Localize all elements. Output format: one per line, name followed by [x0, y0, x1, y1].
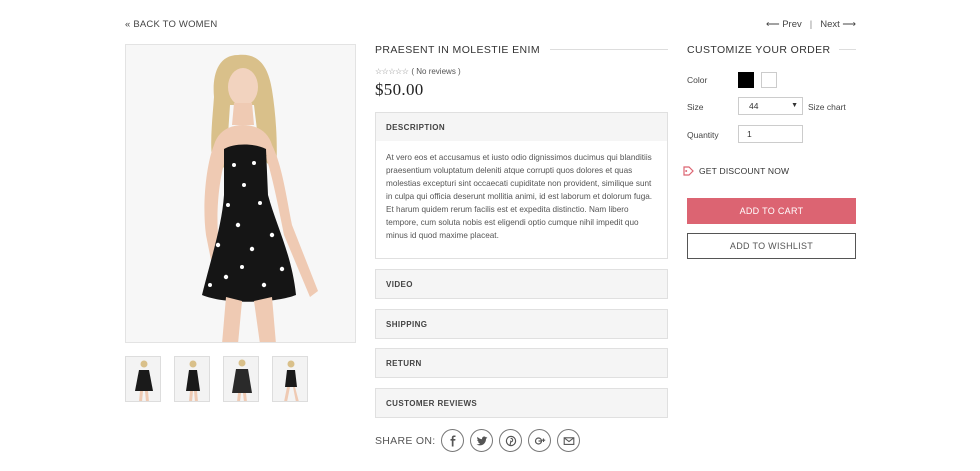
- tag-icon: [683, 166, 694, 176]
- pinterest-icon[interactable]: [499, 429, 523, 452]
- share-label: SHARE ON:: [375, 434, 436, 447]
- thumbnail-4[interactable]: [272, 356, 308, 402]
- share-bar: SHARE ON:: [375, 429, 586, 452]
- back-to-women-link[interactable]: « BACK TO WOMEN: [125, 19, 217, 30]
- customize-divider: [838, 49, 856, 50]
- prev-link[interactable]: ⟵ Prev: [766, 19, 802, 30]
- main-product-image[interactable]: [125, 44, 356, 343]
- product-title: PRAESENT IN MOLESTIE ENIM: [375, 43, 541, 56]
- rating-stars-icon: ☆☆☆☆☆: [375, 67, 409, 76]
- rating-text: ( No reviews ): [411, 67, 461, 76]
- thumbnail-3[interactable]: [223, 356, 259, 402]
- title-divider: [550, 49, 668, 50]
- accordion-shipping[interactable]: SHIPPING: [375, 309, 668, 339]
- accordion-video[interactable]: VIDEO: [375, 269, 668, 299]
- email-icon[interactable]: [557, 429, 581, 452]
- next-link[interactable]: Next ⟶: [820, 19, 856, 30]
- description-body: At vero eos et accusamus et iusto odio d…: [375, 141, 668, 259]
- add-to-wishlist-button[interactable]: ADD TO WISHLIST: [687, 233, 856, 259]
- size-select[interactable]: 44 ▼: [738, 97, 803, 115]
- customize-title: CUSTOMIZE YOUR ORDER: [687, 43, 831, 56]
- add-to-cart-button[interactable]: ADD TO CART: [687, 198, 856, 224]
- facebook-icon[interactable]: [441, 429, 465, 452]
- customize-panel: CUSTOMIZE YOUR ORDER: [687, 43, 856, 56]
- size-chart-link[interactable]: Size chart: [808, 102, 846, 112]
- quantity-label: Quantity: [687, 130, 719, 140]
- color-swatch-black[interactable]: [738, 72, 754, 88]
- thumbnail-1[interactable]: [125, 356, 161, 402]
- thumbnail-strip: [125, 356, 308, 402]
- pager-separator: |: [809, 19, 813, 30]
- product-pager: ⟵ Prev | Next ⟶: [766, 19, 856, 30]
- google-plus-icon[interactable]: [528, 429, 552, 452]
- size-value: 44: [749, 101, 759, 111]
- twitter-icon[interactable]: [470, 429, 494, 452]
- product-rating[interactable]: ☆☆☆☆☆ ( No reviews ): [375, 67, 668, 76]
- discount-label: GET DISCOUNT NOW: [699, 166, 790, 176]
- thumbnail-2[interactable]: [174, 356, 210, 402]
- accordion-description[interactable]: DESCRIPTION: [375, 112, 668, 142]
- quantity-input[interactable]: 1: [738, 125, 803, 143]
- model-illustration: [126, 45, 355, 342]
- get-discount-link[interactable]: GET DISCOUNT NOW: [683, 166, 789, 176]
- product-info: PRAESENT IN MOLESTIE ENIM ☆☆☆☆☆ ( No rev…: [375, 44, 668, 100]
- size-label: Size: [687, 102, 704, 112]
- accordion-return[interactable]: RETURN: [375, 348, 668, 378]
- accordion-customer-reviews[interactable]: CUSTOMER REVIEWS: [375, 388, 668, 418]
- color-swatch-white[interactable]: [761, 72, 777, 88]
- chevron-down-icon: ▼: [791, 102, 798, 109]
- color-label: Color: [687, 75, 708, 85]
- product-price: $50.00: [375, 80, 424, 99]
